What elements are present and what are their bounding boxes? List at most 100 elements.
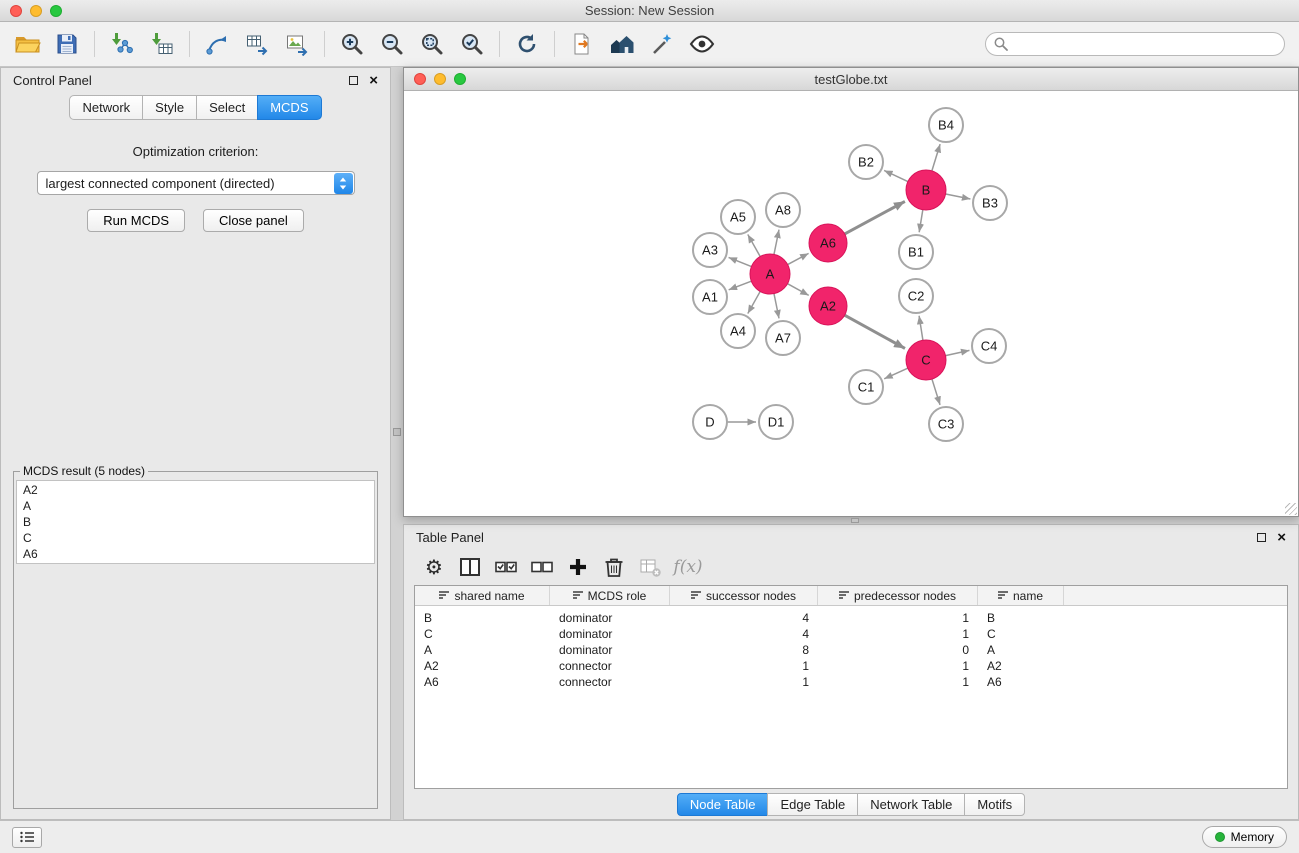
column-header[interactable]: name: [978, 586, 1064, 605]
node-A[interactable]: A: [750, 254, 790, 294]
table-row[interactable]: Cdominator41C: [415, 626, 1287, 642]
node-C[interactable]: C: [906, 340, 946, 380]
column-header[interactable]: predecessor nodes: [818, 586, 978, 605]
function-builder-button[interactable]: f(x): [670, 552, 702, 582]
node-B2[interactable]: B2: [849, 145, 883, 179]
node-C2[interactable]: C2: [899, 279, 933, 313]
column-header[interactable]: shared name: [415, 586, 550, 605]
cytoscape-home-button[interactable]: [603, 26, 641, 62]
minimize-network-button[interactable]: [434, 73, 446, 85]
table-row[interactable]: A6connector11A6: [415, 674, 1287, 690]
node-B1[interactable]: B1: [899, 235, 933, 269]
edge-B-B1[interactable]: [919, 210, 923, 233]
edge-A-A8[interactable]: [774, 230, 779, 255]
node-A6[interactable]: A6: [809, 224, 847, 262]
import-network-button[interactable]: [103, 26, 141, 62]
edge-A-A3[interactable]: [729, 257, 752, 266]
delete-row-button[interactable]: [598, 552, 630, 582]
node-A7[interactable]: A7: [766, 321, 800, 355]
node-A1[interactable]: A1: [693, 280, 727, 314]
criterion-select[interactable]: largest connected component (directed): [37, 171, 355, 195]
node-A4[interactable]: A4: [721, 314, 755, 348]
edge-A6-B[interactable]: [845, 201, 905, 234]
float-panel-button[interactable]: [1257, 533, 1266, 542]
node-B[interactable]: B: [906, 170, 946, 210]
table-settings-button[interactable]: ⚙: [418, 552, 450, 582]
table-row[interactable]: Adominator80A: [415, 642, 1287, 658]
close-window-button[interactable]: [10, 5, 22, 17]
tab-network[interactable]: Network: [69, 95, 143, 120]
close-panel-button[interactable]: Close panel: [203, 209, 304, 232]
task-history-button[interactable]: [12, 827, 42, 848]
node-C1[interactable]: C1: [849, 370, 883, 404]
column-header[interactable]: successor nodes: [670, 586, 818, 605]
horizontal-splitter[interactable]: [403, 517, 1299, 524]
node-A8[interactable]: A8: [766, 193, 800, 227]
float-panel-button[interactable]: [349, 76, 358, 85]
close-panel-icon-button[interactable]: ×: [369, 73, 378, 88]
tab-style[interactable]: Style: [142, 95, 197, 120]
node-B4[interactable]: B4: [929, 108, 963, 142]
zoom-selected-button[interactable]: [453, 26, 491, 62]
open-network-file-button[interactable]: [563, 26, 601, 62]
tab-network-table[interactable]: Network Table: [857, 793, 965, 816]
mcds-result-list[interactable]: A2ABCA6: [16, 480, 375, 564]
edge-A-A1[interactable]: [729, 281, 752, 290]
memory-button[interactable]: Memory: [1202, 826, 1287, 848]
node-D[interactable]: D: [693, 405, 727, 439]
zoom-fit-button[interactable]: [413, 26, 451, 62]
node-A2[interactable]: A2: [809, 287, 847, 325]
tab-motifs[interactable]: Motifs: [964, 793, 1025, 816]
node-A3[interactable]: A3: [693, 233, 727, 267]
add-row-button[interactable]: [562, 552, 594, 582]
edge-C-C1[interactable]: [884, 368, 908, 379]
edge-A-A7[interactable]: [774, 294, 779, 319]
vertical-splitter[interactable]: [391, 67, 403, 820]
apply-layout-button[interactable]: [508, 26, 546, 62]
zoom-window-button[interactable]: [50, 5, 62, 17]
tab-edge-table[interactable]: Edge Table: [767, 793, 858, 816]
delete-table-button[interactable]: [634, 552, 666, 582]
tab-node-table[interactable]: Node Table: [677, 793, 769, 816]
edge-A-A5[interactable]: [748, 234, 760, 256]
tab-select[interactable]: Select: [196, 95, 258, 120]
zoom-out-button[interactable]: [373, 26, 411, 62]
resize-grip[interactable]: [1285, 503, 1297, 515]
export-image-button[interactable]: [278, 26, 316, 62]
run-mcds-button[interactable]: Run MCDS: [87, 209, 185, 232]
edge-A-A4[interactable]: [748, 291, 760, 313]
show-graphics-details-button[interactable]: [683, 26, 721, 62]
edge-B-B4[interactable]: [932, 144, 940, 171]
close-panel-icon-button[interactable]: ×: [1277, 530, 1286, 545]
edge-C-C2[interactable]: [919, 316, 923, 340]
select-all-button[interactable]: [490, 552, 522, 582]
new-network-button[interactable]: [198, 26, 236, 62]
save-session-button[interactable]: [48, 26, 86, 62]
edge-B-B3[interactable]: [946, 194, 971, 199]
wand-button[interactable]: [643, 26, 681, 62]
table-row[interactable]: Bdominator41B: [415, 610, 1287, 626]
edge-C-C4[interactable]: [946, 350, 970, 355]
column-header[interactable]: MCDS role: [550, 586, 670, 605]
edge-C-C3[interactable]: [932, 379, 940, 405]
search-input[interactable]: [985, 32, 1285, 56]
splitter-grip[interactable]: [851, 518, 859, 523]
close-network-button[interactable]: [414, 73, 426, 85]
edge-A-A6[interactable]: [788, 253, 809, 264]
edge-A2-C[interactable]: [845, 315, 905, 348]
column-selector-button[interactable]: [454, 552, 486, 582]
tab-mcds[interactable]: MCDS: [257, 95, 321, 120]
table-row[interactable]: A2connector11A2: [415, 658, 1287, 674]
open-session-button[interactable]: [8, 26, 46, 62]
zoom-in-button[interactable]: [333, 26, 371, 62]
node-D1[interactable]: D1: [759, 405, 793, 439]
import-table-button[interactable]: [143, 26, 181, 62]
node-C4[interactable]: C4: [972, 329, 1006, 363]
splitter-grip[interactable]: [393, 428, 401, 436]
edge-A-A2[interactable]: [788, 284, 809, 296]
edge-B-B2[interactable]: [884, 170, 908, 181]
zoom-network-button[interactable]: [454, 73, 466, 85]
node-C3[interactable]: C3: [929, 407, 963, 441]
network-canvas[interactable]: AA1A2A3A4A5A6A7A8BB1B2B3B4CC1C2C3C4DD1: [404, 91, 1298, 516]
unselect-all-button[interactable]: [526, 552, 558, 582]
